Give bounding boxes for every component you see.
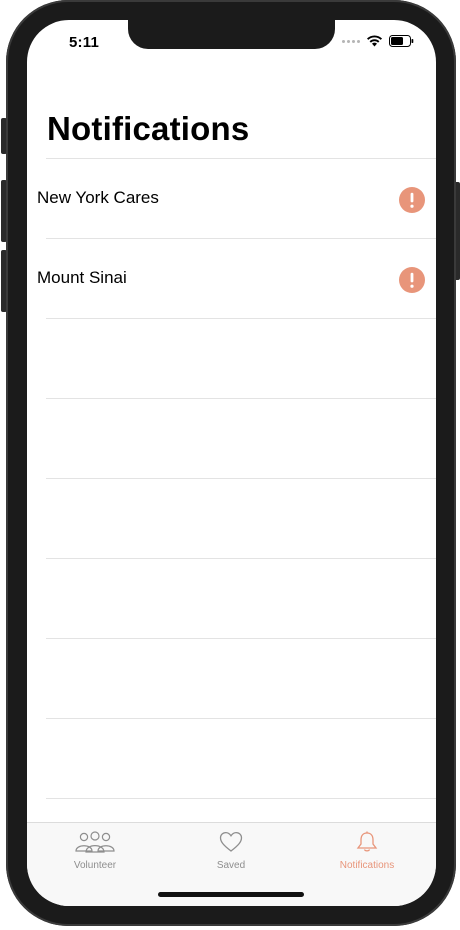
status-time: 5:11 (69, 34, 99, 51)
empty-row (46, 318, 436, 398)
tab-label: Notifications (339, 860, 395, 871)
home-indicator (158, 892, 304, 897)
bell-icon (356, 831, 378, 852)
notification-title: New York Cares (37, 188, 159, 207)
empty-row (46, 638, 436, 718)
empty-row (46, 478, 436, 558)
empty-row (46, 718, 436, 798)
empty-row (46, 398, 436, 478)
people-icon (75, 831, 115, 853)
heart-icon (219, 831, 243, 852)
cellular-signal-icon (342, 39, 360, 43)
tab-label: Saved (216, 860, 246, 871)
notch (128, 20, 335, 49)
notification-title: Mount Sinai (37, 268, 127, 287)
notification-row-mount-sinai[interactable]: Mount Sinai (37, 238, 436, 318)
alert-circle-icon (399, 267, 425, 293)
device: 5:11 Notifications New York Cares Mount … (0, 0, 460, 930)
notification-list: New York Cares Mount Sinai (27, 158, 436, 878)
tab-saved[interactable]: Saved (176, 831, 286, 871)
page-title: Notifications (47, 110, 250, 147)
empty-row (46, 558, 436, 638)
alert-circle-icon (399, 187, 425, 213)
notification-row-new-york-cares[interactable]: New York Cares (37, 158, 436, 238)
status-icons (342, 35, 414, 47)
tab-notifications[interactable]: Notifications (312, 831, 422, 871)
tab-volunteer[interactable]: Volunteer (40, 831, 150, 871)
battery-icon (389, 35, 414, 47)
tab-label: Volunteer (73, 860, 117, 871)
wifi-icon (367, 35, 382, 47)
screen: 5:11 Notifications New York Cares Mount … (27, 20, 436, 906)
